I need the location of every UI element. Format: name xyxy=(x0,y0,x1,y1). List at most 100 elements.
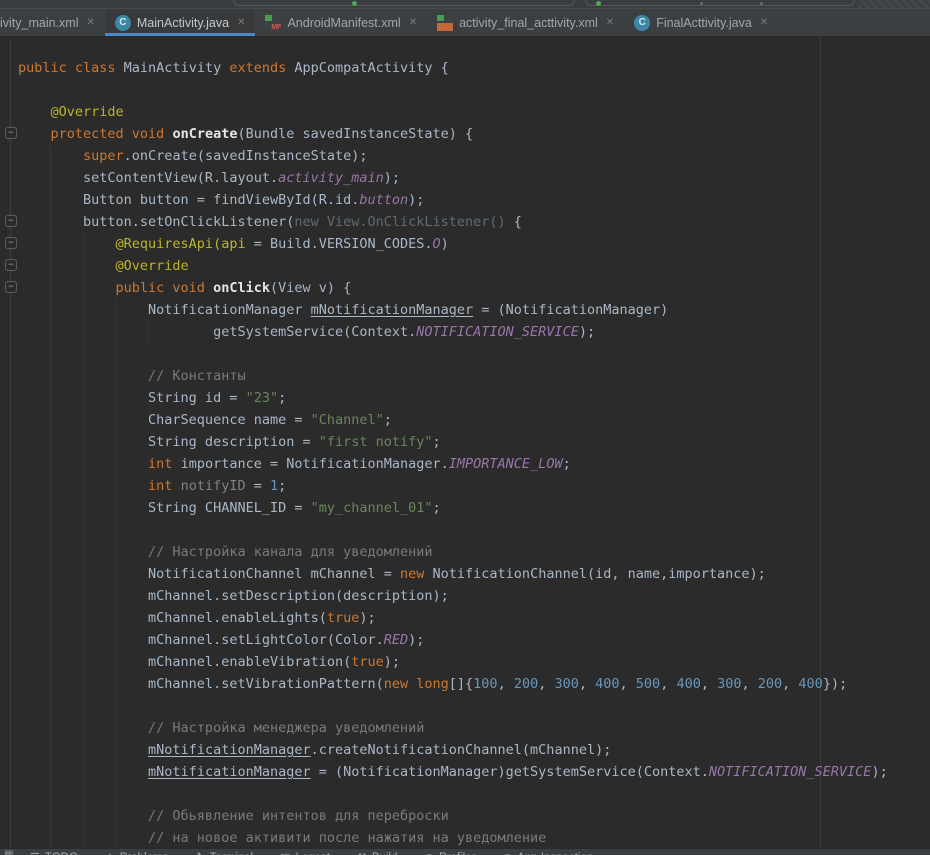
code-line[interactable]: @RequiresApi(api = Build.VERSION_CODES.O… xyxy=(18,233,449,255)
code-token: // Настройка менеджера уведомлений xyxy=(18,720,424,736)
close-icon[interactable]: ✕ xyxy=(237,18,245,28)
code-line[interactable]: mChannel.setLightColor(Color.RED); xyxy=(18,629,424,651)
code-line[interactable]: public class MainActivity extends AppCom… xyxy=(18,57,449,79)
tab-AndroidManifest.xml[interactable]: MFAndroidManifest.xml✕ xyxy=(255,9,427,36)
code-token: String description = xyxy=(18,434,319,450)
toolbar-dot xyxy=(700,2,703,5)
code-token: mChannel.enableVibration( xyxy=(18,654,351,670)
fold-marker-icon[interactable]: − xyxy=(5,237,17,249)
code-line[interactable]: mChannel.setVibrationPattern(new long[]{… xyxy=(18,673,847,695)
code-token: // Настройка канала для уведомлений xyxy=(18,544,433,560)
code-line[interactable]: NotificationManager mNotificationManager… xyxy=(18,299,668,321)
code-line[interactable]: // на новое активити после нажатия на ув… xyxy=(18,827,546,848)
code-token: { xyxy=(514,214,522,230)
code-line[interactable]: int importance = NotificationManager.IMP… xyxy=(18,453,571,475)
code-token: AppCompatActivity { xyxy=(294,60,448,76)
code-token: mChannel.setVibrationPattern( xyxy=(18,676,384,692)
code-line[interactable]: mChannel.enableVibration(true); xyxy=(18,651,400,673)
code-token: @Override xyxy=(18,104,124,120)
code-line[interactable]: String CHANNEL_ID = "my_channel_01"; xyxy=(18,497,441,519)
fold-marker-icon[interactable]: − xyxy=(5,259,17,271)
run-status-dot xyxy=(352,1,357,6)
code-line[interactable]: // Обьявление интентов для переброски xyxy=(18,805,449,827)
tab-MainActivity.java[interactable]: CMainActivity.java✕ xyxy=(105,9,256,36)
code-token: mNotificationManager xyxy=(148,764,311,780)
code-token: ); xyxy=(871,764,887,780)
code-token: int xyxy=(18,478,181,494)
android-studio-window: ivity_main.xml✕CMainActivity.java✕MFAndr… xyxy=(0,0,930,855)
code-token: int xyxy=(18,456,181,472)
code-line[interactable]: // Настройка канала для уведомлений xyxy=(18,541,433,563)
code-token: ); xyxy=(408,632,424,648)
window-layout-icon[interactable]: ▦ xyxy=(4,850,13,855)
code-token: , xyxy=(498,676,514,692)
code-token: mChannel.setDescription(description); xyxy=(18,588,449,604)
code-token: onCreate xyxy=(172,126,237,142)
tab-ivity_main.xml[interactable]: ivity_main.xml✕ xyxy=(0,9,105,36)
code-line[interactable]: Button button = findViewById(R.id.button… xyxy=(18,189,424,211)
code-line[interactable]: String id = "23"; xyxy=(18,387,286,409)
code-token: new xyxy=(400,566,433,582)
code-token: 400 xyxy=(595,676,619,692)
manifest-file-icon: MF xyxy=(265,15,281,31)
code-token: , xyxy=(782,676,798,692)
code-line[interactable]: public void onClick(View v) { xyxy=(18,277,351,299)
code-token: // на новое активити после нажатия на ув… xyxy=(18,830,546,846)
fold-marker-icon[interactable]: − xyxy=(5,127,17,139)
code-token: notifyID xyxy=(181,478,246,494)
code-token: "my_channel_01" xyxy=(311,500,433,516)
code-token: ; xyxy=(433,434,441,450)
close-icon[interactable]: ✕ xyxy=(87,18,95,28)
code-token: ); xyxy=(579,324,595,340)
code-token: public void xyxy=(18,280,213,296)
code-token: new View.OnClickListener() xyxy=(294,214,513,230)
code-token: 400 xyxy=(798,676,822,692)
code-line[interactable]: mNotificationManager = (NotificationMana… xyxy=(18,761,888,783)
java-class-icon: C xyxy=(634,15,650,31)
code-line[interactable]: NotificationChannel mChannel = new Notif… xyxy=(18,563,766,585)
code-token: "first notify" xyxy=(319,434,433,450)
editor-tab-bar: ivity_main.xml✕CMainActivity.java✕MFAndr… xyxy=(0,8,930,36)
code-line[interactable]: super.onCreate(savedInstanceState); xyxy=(18,145,368,167)
code-line[interactable]: protected void onCreate(Bundle savedInst… xyxy=(18,123,473,145)
code-line[interactable]: CharSequence name = "Channel"; xyxy=(18,409,392,431)
code-line[interactable]: button.setOnClickListener(new View.OnCli… xyxy=(18,211,522,233)
code-line[interactable]: mChannel.setDescription(description); xyxy=(18,585,449,607)
close-icon[interactable]: ✕ xyxy=(409,18,417,28)
code-token: NotificationChannel(id, name,importance)… xyxy=(433,566,766,582)
code-line[interactable]: setContentView(R.layout.activity_main); xyxy=(18,167,400,189)
tab-activity_final_acttivity.xml[interactable]: activity_final_acttivity.xml✕ xyxy=(427,9,624,36)
code-token: setContentView(R.layout. xyxy=(18,170,278,186)
code-token: String id = xyxy=(18,390,246,406)
device-selector-widget[interactable] xyxy=(585,0,855,6)
code-line[interactable]: getSystemService(Context.NOTIFICATION_SE… xyxy=(18,321,595,343)
code-token: 400 xyxy=(676,676,700,692)
code-token: super xyxy=(18,148,124,164)
code-line[interactable]: mNotificationManager.createNotificationC… xyxy=(18,739,611,761)
code-token: 1 xyxy=(270,478,278,494)
code-token: getSystemService(Context. xyxy=(18,324,416,340)
code-line[interactable]: int notifyID = 1; xyxy=(18,475,286,497)
close-icon[interactable]: ✕ xyxy=(760,18,768,28)
code-line[interactable]: // Настройка менеджера уведомлений xyxy=(18,717,424,739)
code-token: IMPORTANCE_LOW xyxy=(449,456,563,472)
code-editor[interactable]: public class MainActivity extends AppCom… xyxy=(0,36,930,848)
code-line[interactable]: mChannel.enableLights(true); xyxy=(18,607,376,629)
close-icon[interactable]: ✕ xyxy=(606,18,614,28)
code-token: .onCreate(savedInstanceState); xyxy=(124,148,368,164)
code-line[interactable]: String description = "first notify"; xyxy=(18,431,441,453)
code-token: (Bundle savedInstanceState) { xyxy=(237,126,473,142)
layout-xml-icon xyxy=(437,15,453,31)
code-token: activity_main xyxy=(278,170,384,186)
fold-marker-icon[interactable]: − xyxy=(5,281,17,293)
fold-marker-icon[interactable]: − xyxy=(5,215,17,227)
run-configuration-widget[interactable] xyxy=(233,0,575,6)
code-line[interactable]: @Override xyxy=(18,101,124,123)
toolbar-dot xyxy=(760,2,763,5)
code-line[interactable]: @Override xyxy=(18,255,189,277)
code-token: 300 xyxy=(554,676,578,692)
code-line[interactable]: // Константы xyxy=(18,365,246,387)
code-token: NOTIFICATION_SERVICE xyxy=(416,324,579,340)
tab-FinalActtivity.java[interactable]: CFinalActtivity.java✕ xyxy=(624,9,778,36)
code-token xyxy=(18,764,148,780)
